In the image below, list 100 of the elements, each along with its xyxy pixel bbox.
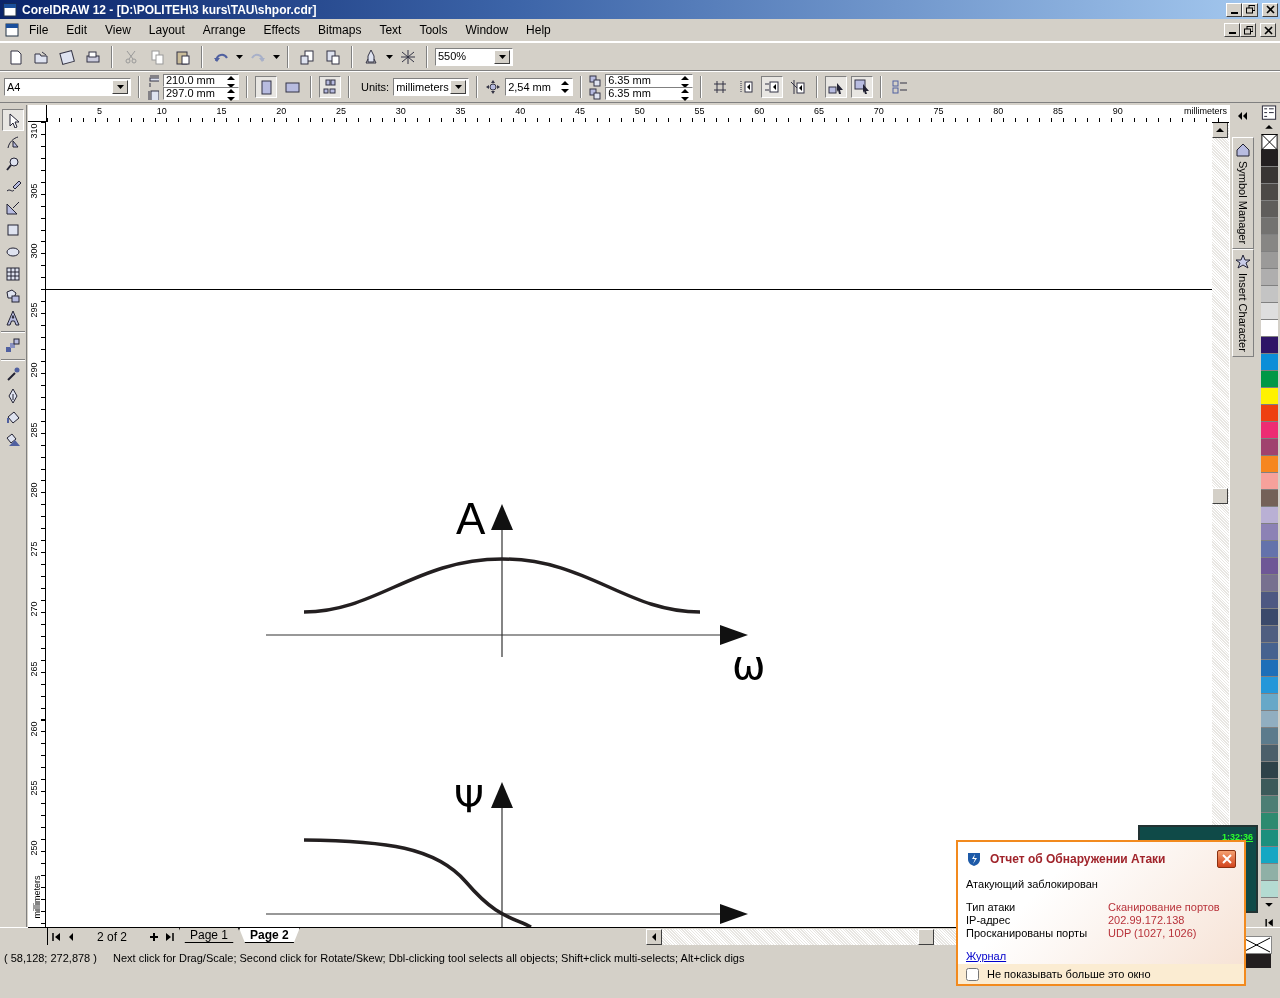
page-size-field[interactable]: 297.0 mm [163,87,239,100]
shape-node-icon [4,134,21,150]
menu-item[interactable]: Effects [254,19,310,41]
scroll-left-button[interactable] [646,928,663,945]
restore-button[interactable] [1240,23,1256,37]
log-link[interactable]: Журнал [958,947,1015,964]
app-icon[interactable] [4,22,20,38]
down-arrow-icon[interactable] [1264,900,1274,909]
menu-item[interactable]: Tools [410,19,457,41]
scrollbar-thumb[interactable] [1212,488,1229,504]
pointer-button[interactable] [1,109,24,131]
select-outline-button[interactable] [825,76,848,98]
page-tab[interactable]: Page 1 [179,928,240,943]
zoom-dropdown[interactable]: 550% [435,47,513,66]
first-page-icon[interactable] [50,931,61,942]
rocket-icon [363,48,379,65]
duplicate-offset-field[interactable]: 6.35 mm [605,74,694,87]
scrollbar-thumb[interactable] [918,928,935,945]
docker-tab[interactable]: Insert Character [1231,249,1254,358]
dynamic-guides-icon [790,79,807,95]
ruler-label: 265 [28,661,39,677]
units-dropdown[interactable]: millimeters [393,78,470,96]
spin-arrows-icon[interactable] [226,86,236,101]
copy-icon [149,48,165,65]
popup-message: Атакующий заблокирован [965,877,1099,892]
portrait-page-button[interactable] [255,76,277,98]
spin-arrows-icon[interactable] [226,73,236,88]
window-title: CorelDRAW 12 - [D:\POLITEH\3 kurs\TAU\shpor.cdr] [22,1,317,19]
menu-item[interactable]: View [96,19,140,41]
paper-size-dropdown[interactable]: A4 [4,78,131,96]
last-page-icon[interactable] [165,931,175,942]
caret-icon[interactable] [236,54,243,59]
minimize-button[interactable] [1226,2,1242,17]
grid-icon [712,79,729,95]
print-icon [85,48,101,65]
spin-arrows-icon[interactable] [560,79,571,95]
no-color-icon[interactable] [1260,133,1278,150]
checkbox[interactable] [966,967,979,981]
menu-item[interactable]: Bitmaps [309,19,371,41]
caret-icon [116,85,124,89]
page-tab[interactable]: Page 2 [239,928,300,943]
caret-icon[interactable] [273,54,280,59]
menu-item[interactable]: Window [456,19,518,41]
up-arrow-icon[interactable] [1264,123,1274,131]
checkbox-label: Не показывать больше это окно [987,966,1151,982]
app-icon[interactable] [2,1,18,18]
page-height-icon [147,87,159,100]
ruler-label: 300 [28,243,39,258]
ruler-label: 80 [993,106,1004,116]
new-document-icon [7,48,23,65]
docker-tab[interactable]: Symbol Manager [1231,137,1254,250]
menu-item[interactable]: Edit [57,19,97,41]
close-icon [1221,854,1232,864]
minimize-icon [1230,11,1238,14]
menu-item[interactable]: Arrange [193,19,255,41]
ruler-label: 45 [574,106,585,116]
ruler-label: 35 [455,106,466,116]
snap-objects-icon [764,79,781,95]
ruler-label: 260 [28,721,39,736]
ruler-label: 75 [933,106,944,116]
page-size-field[interactable]: 210.0 mm [163,74,239,87]
ruler-label: 60 [754,106,765,116]
duplicate-offset-field[interactable]: 6.35 mm [605,87,694,100]
ruler-label: 305 [28,183,39,199]
plus-icon[interactable] [149,931,159,942]
spin-arrows-icon[interactable] [680,73,691,88]
close-button[interactable] [1217,850,1236,868]
ruler-unit: millimeters [31,875,42,919]
landscape-page-icon [284,79,300,95]
save-icon [59,48,75,65]
falling-curve[interactable] [303,838,532,927]
ruler-label: 50 [634,106,645,116]
select-fill-button[interactable] [851,76,874,98]
ruler-corner[interactable] [27,105,47,122]
ellipse-icon [4,244,21,260]
palette-menu-icon[interactable] [1261,105,1277,121]
spin-arrows-icon[interactable] [680,86,691,101]
ruler-label: 85 [1052,106,1063,116]
nudge-icon [485,79,502,95]
offset-y-icon [589,87,602,100]
page-layout-button[interactable] [319,76,341,98]
left-arrow-icon [650,931,659,942]
restore-button[interactable] [1242,2,1258,17]
interactive-fill-icon [4,432,21,448]
snap-objects-button[interactable] [761,76,784,98]
menu-item[interactable]: Help [517,19,560,41]
menu-item[interactable]: Layout [139,19,194,41]
portrait-page-icon [258,79,274,95]
detail-label: IP-адрес [966,913,1012,927]
ruler-label: 40 [515,106,526,116]
first-page-icon[interactable] [1264,917,1274,927]
minimize-button[interactable] [1224,23,1240,37]
menu-item[interactable]: Text [370,19,411,41]
ruler-label: 250 [28,840,39,856]
ruler-unit: millimeters [1184,106,1228,116]
bell-curve[interactable] [303,557,701,614]
nudge-field[interactable]: 2,54 mm [505,78,574,96]
menu-item[interactable]: File [20,19,58,41]
caret-icon[interactable] [386,54,393,59]
ruler-label: 15 [216,106,227,116]
